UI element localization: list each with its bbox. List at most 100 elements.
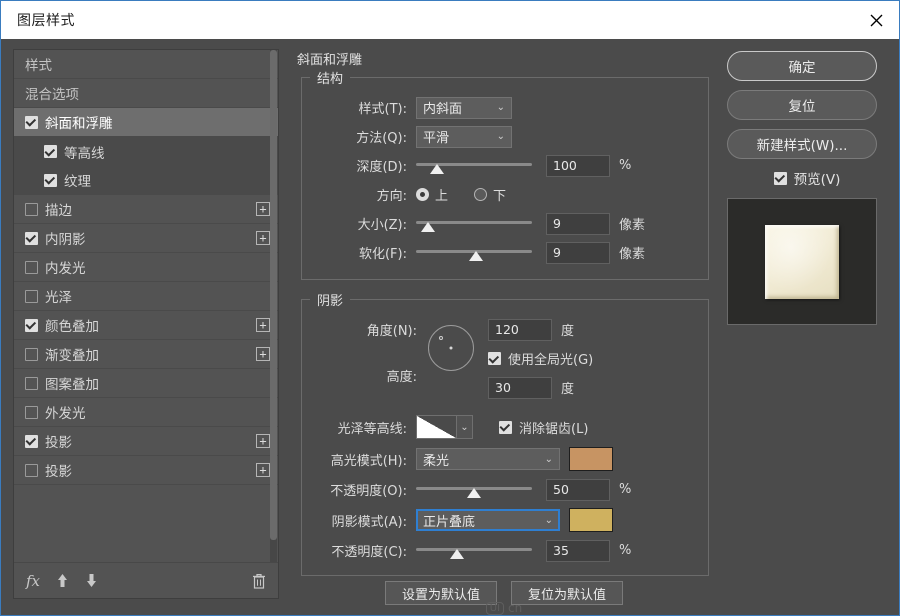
gloss-contour-row: 光泽等高线: ⌄ 消除锯齿(L)	[316, 411, 694, 443]
sidebar-item-label: 外发光	[45, 402, 86, 422]
sidebar-item-styles[interactable]: 样式	[14, 50, 278, 79]
slider-thumb[interactable]	[430, 164, 444, 174]
chevron-down-icon: ⌄	[535, 454, 553, 465]
checkbox[interactable]	[44, 174, 57, 187]
close-icon[interactable]	[853, 1, 899, 39]
sidebar-item-texture[interactable]: 纹理	[14, 166, 278, 195]
preview-checkbox[interactable]: 预览(V)	[727, 168, 887, 188]
layer-style-dialog: 图层样式 样式 混合选项 斜面和浮雕	[0, 0, 900, 616]
sidebar-item-stroke[interactable]: 描边 +	[14, 195, 278, 224]
chevron-down-icon[interactable]: ⌄	[457, 415, 473, 439]
checkbox[interactable]	[25, 435, 38, 448]
checkbox[interactable]	[25, 261, 38, 274]
shadow-mode-label: 阴影模式(A):	[316, 511, 416, 530]
fx-icon[interactable]: fx	[26, 572, 40, 590]
highlight-opacity-input[interactable]: 50	[546, 479, 610, 501]
angle-dial[interactable]	[428, 325, 474, 371]
depth-value: 100	[553, 158, 577, 173]
angle-unit: 度	[561, 320, 574, 339]
checkbox[interactable]	[25, 377, 38, 390]
sidebar-item-blending-options[interactable]: 混合选项	[14, 79, 278, 108]
depth-label: 深度(D):	[316, 156, 416, 175]
depth-input[interactable]: 100	[546, 155, 610, 177]
size-input[interactable]: 9	[546, 213, 610, 235]
dial-center	[450, 347, 453, 350]
sidebar-item-contour[interactable]: 等高线	[14, 137, 278, 166]
highlight-mode-value: 柔光	[423, 450, 449, 469]
soften-slider[interactable]	[416, 242, 532, 264]
page-title: 图层样式	[1, 10, 75, 30]
sidebar-item-drop-shadow-2[interactable]: 投影 +	[14, 456, 278, 485]
sidebar-item-label: 渐变叠加	[45, 344, 99, 364]
angle-label: 角度(N):	[367, 320, 426, 339]
checkbox[interactable]	[25, 116, 38, 129]
chevron-down-icon: ⌄	[487, 102, 505, 113]
slider-thumb[interactable]	[421, 222, 435, 232]
arrow-down-icon[interactable]	[85, 573, 98, 588]
new-style-button[interactable]: 新建样式(W)...	[727, 129, 877, 159]
direction-down-radio[interactable]: 下	[474, 185, 506, 204]
sidebar-item-satin[interactable]: 光泽	[14, 282, 278, 311]
checkbox[interactable]	[25, 203, 38, 216]
scrollbar-thumb[interactable]	[270, 50, 277, 540]
checkbox[interactable]	[44, 145, 57, 158]
size-slider[interactable]	[416, 213, 532, 235]
checkbox[interactable]	[25, 290, 38, 303]
soften-input[interactable]: 9	[546, 242, 610, 264]
trash-icon[interactable]	[252, 573, 266, 589]
reset-button[interactable]: 复位	[727, 90, 877, 120]
shadow-opacity-slider[interactable]	[416, 540, 532, 562]
sidebar-item-drop-shadow[interactable]: 投影 +	[14, 427, 278, 456]
sidebar-scrollbar[interactable]	[270, 50, 277, 562]
direction-up-radio[interactable]: 上	[416, 185, 448, 204]
slider-thumb[interactable]	[467, 488, 481, 498]
add-icon[interactable]: +	[256, 231, 270, 245]
highlight-color-swatch[interactable]	[569, 447, 613, 471]
shadow-opacity-input[interactable]: 35	[546, 540, 610, 562]
global-light-checkbox[interactable]: 使用全局光(G)	[488, 349, 593, 368]
action-column: 确定 复位 新建样式(W)... 预览(V)	[727, 49, 887, 615]
contour-preview-icon[interactable]	[416, 415, 457, 439]
sidebar-item-color-overlay[interactable]: 颜色叠加 +	[14, 311, 278, 340]
sidebar-item-inner-shadow[interactable]: 内阴影 +	[14, 224, 278, 253]
anti-alias-checkbox[interactable]: 消除锯齿(L)	[499, 418, 588, 437]
highlight-opacity-slider[interactable]	[416, 479, 532, 501]
chevron-down-icon: ⌄	[487, 131, 505, 142]
add-icon[interactable]: +	[256, 463, 270, 477]
sidebar-item-pattern-overlay[interactable]: 图案叠加	[14, 369, 278, 398]
checkbox[interactable]	[25, 232, 38, 245]
arrow-up-icon[interactable]	[56, 573, 69, 588]
technique-label: 方法(Q):	[316, 127, 416, 146]
checkbox[interactable]	[25, 406, 38, 419]
sidebar-item-inner-glow[interactable]: 内发光	[14, 253, 278, 282]
add-icon[interactable]: +	[256, 202, 270, 216]
add-icon[interactable]: +	[256, 347, 270, 361]
angle-input[interactable]: 120	[488, 319, 552, 341]
checkbox[interactable]	[25, 319, 38, 332]
altitude-unit: 度	[561, 378, 574, 397]
highlight-mode-select[interactable]: 柔光 ⌄	[416, 448, 560, 470]
angle-label-row: 角度(N):	[316, 315, 426, 344]
sidebar-item-outer-glow[interactable]: 外发光	[14, 398, 278, 427]
checkbox	[499, 421, 512, 434]
sidebar-item-bevel-emboss[interactable]: 斜面和浮雕	[14, 108, 278, 137]
checkbox[interactable]	[25, 348, 38, 361]
add-icon[interactable]: +	[256, 434, 270, 448]
altitude-input[interactable]: 30	[488, 377, 552, 399]
effects-list: 样式 混合选项 斜面和浮雕 等高线 纹理	[14, 50, 278, 562]
shadow-mode-select[interactable]: 正片叠底 ⌄	[416, 509, 560, 531]
slider-thumb[interactable]	[450, 549, 464, 559]
sidebar-item-label: 纹理	[64, 170, 91, 190]
technique-select[interactable]: 平滑 ⌄	[416, 126, 512, 148]
sidebar-item-gradient-overlay[interactable]: 渐变叠加 +	[14, 340, 278, 369]
ok-button[interactable]: 确定	[727, 51, 877, 81]
shadow-color-swatch[interactable]	[569, 508, 613, 532]
gloss-contour-widget[interactable]: ⌄	[416, 415, 473, 439]
slider-thumb[interactable]	[469, 251, 483, 261]
style-select[interactable]: 内斜面 ⌄	[416, 97, 512, 119]
depth-slider[interactable]	[416, 155, 532, 177]
structure-body: 样式(T): 内斜面 ⌄ 方法(Q): 平滑 ⌄	[302, 87, 708, 279]
checkbox[interactable]	[25, 464, 38, 477]
add-icon[interactable]: +	[256, 318, 270, 332]
panel-outer-group: 斜面和浮雕 结构 样式(T): 内斜面 ⌄ 方法(Q):	[291, 49, 717, 599]
